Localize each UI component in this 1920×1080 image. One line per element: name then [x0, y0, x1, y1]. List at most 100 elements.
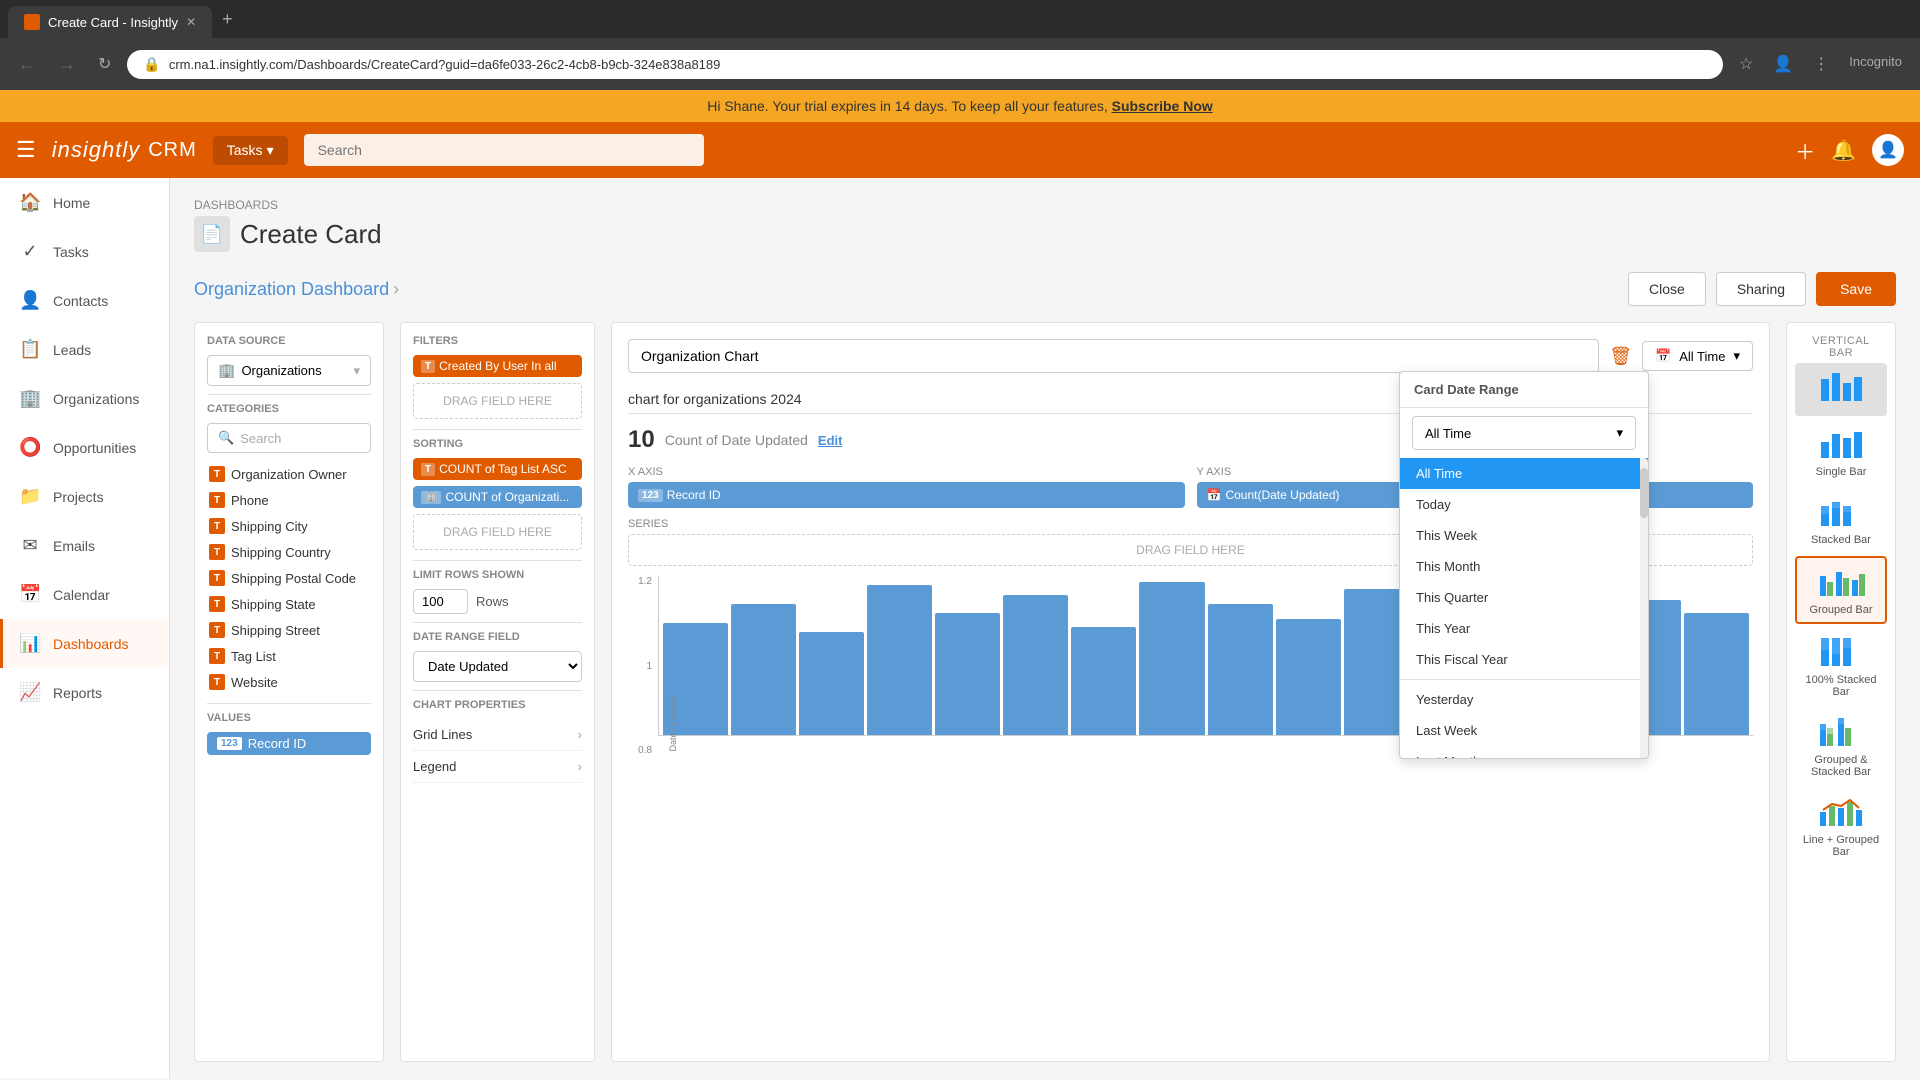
dropdown-item-last-month[interactable]: Last Month — [1400, 746, 1648, 758]
lock-icon: 🔒 — [143, 56, 160, 73]
sidebar-item-tasks[interactable]: ✓ Tasks — [0, 227, 169, 276]
x-axis-chip[interactable]: 123 Record ID — [628, 482, 1185, 508]
sort-org-icon: 🏢 — [421, 491, 441, 504]
bar-3 — [867, 585, 932, 735]
limit-input[interactable] — [413, 589, 468, 614]
chart-count-label: Count of Date Updated — [665, 432, 808, 448]
chart-type-100-stacked[interactable]: 100% Stacked Bar — [1795, 628, 1887, 704]
sidebar-item-projects[interactable]: 📁 Projects — [0, 472, 169, 521]
save-button[interactable]: Save — [1816, 272, 1896, 306]
dashboard-name-link[interactable]: Organization Dashboard — [194, 279, 389, 300]
cat-shipping-country[interactable]: T Shipping Country — [207, 539, 371, 565]
home-icon: 🏠 — [19, 192, 41, 213]
chart-type-grouped-stacked[interactable]: Grouped & Stacked Bar — [1795, 708, 1887, 784]
chart-type-stacked-bar[interactable]: Stacked Bar — [1795, 488, 1887, 552]
chart-delete-btn[interactable]: 🗑 — [1609, 346, 1632, 367]
close-button[interactable]: Close — [1628, 272, 1706, 306]
org-icon: 🏢 — [218, 362, 235, 379]
cat-phone[interactable]: T Phone — [207, 487, 371, 513]
cat-organization-owner[interactable]: T Organization Owner — [207, 461, 371, 487]
chart-type-line-grouped[interactable]: Line + Grouped Bar — [1795, 788, 1887, 864]
app-logo: insightly CRM — [52, 137, 197, 163]
text-type-icon: T — [209, 466, 225, 482]
back-button[interactable]: ← — [12, 50, 42, 79]
sharing-button[interactable]: Sharing — [1716, 272, 1806, 306]
time-filter-label: All Time — [1679, 349, 1725, 364]
sidebar-item-home[interactable]: 🏠 Home — [0, 178, 169, 227]
active-tab[interactable]: Create Card - Insightly ✕ — [8, 6, 212, 38]
cat-website[interactable]: T Website — [207, 669, 371, 695]
cat-shipping-postal[interactable]: T Shipping Postal Code — [207, 565, 371, 591]
sidebar-item-opportunities[interactable]: ⭕ Opportunities — [0, 423, 169, 472]
sidebar-item-reports[interactable]: 📈 Reports — [0, 668, 169, 717]
sidebar-label-opportunities: Opportunities — [53, 440, 136, 456]
chart-type-single-bar[interactable]: Single Bar — [1795, 420, 1887, 484]
menu-toggle-btn[interactable]: ☰ — [16, 137, 36, 163]
url-bar[interactable]: 🔒 crm.na1.insightly.com/Dashboards/Creat… — [127, 50, 1723, 79]
sidebar-label-tasks: Tasks — [53, 244, 89, 260]
dropdown-scrollbar-thumb[interactable] — [1640, 468, 1648, 518]
categories-search[interactable]: 🔍 Search — [207, 423, 371, 453]
chart-title-input[interactable] — [628, 339, 1599, 373]
y-axis-value: Count(Date Updated) — [1225, 488, 1339, 502]
text-type-icon: T — [209, 674, 225, 690]
subscribe-link[interactable]: Subscribe Now — [1112, 98, 1213, 114]
data-source-select[interactable]: 🏢 Organizations ▾ — [207, 355, 371, 386]
sidebar-label-home: Home — [53, 195, 90, 211]
text-type-icon: T — [209, 518, 225, 534]
dropdown-item-yesterday[interactable]: Yesterday — [1400, 684, 1648, 715]
sidebar-item-contacts[interactable]: 👤 Contacts — [0, 276, 169, 325]
sidebar-item-dashboards[interactable]: 📊 Dashboards — [0, 619, 169, 668]
cat-tag-list[interactable]: T Tag List — [207, 643, 371, 669]
bar-15 — [1684, 613, 1749, 735]
x-axis-number-icon: 123 — [638, 489, 663, 502]
dropdown-item-this-month[interactable]: This Month — [1400, 551, 1648, 582]
forward-button[interactable]: → — [52, 50, 82, 79]
sidebar-item-calendar[interactable]: 📅 Calendar — [0, 570, 169, 619]
bookmark-btn[interactable]: ☆ — [1733, 50, 1759, 78]
global-search-input[interactable] — [304, 134, 704, 166]
dropdown-item-this-week[interactable]: This Week — [1400, 520, 1648, 551]
dropdown-current-value[interactable]: All Time ▾ — [1412, 416, 1636, 450]
chart-type-grouped-bar[interactable]: Grouped Bar — [1795, 556, 1887, 624]
filter-chip[interactable]: T Created By User In all — [413, 355, 582, 377]
chart-properties-label: CHART PROPERTIES — [413, 699, 582, 711]
date-range-field-label: DATE RANGE FIELD — [413, 631, 582, 643]
dropdown-item-today[interactable]: Today — [1400, 489, 1648, 520]
sidebar-item-emails[interactable]: ✉ Emails — [0, 521, 169, 570]
tab-close-btn[interactable]: ✕ — [186, 15, 196, 29]
tasks-dropdown-btn[interactable]: Tasks ▾ — [213, 136, 288, 165]
dropdown-item-this-quarter[interactable]: This Quarter — [1400, 582, 1648, 613]
time-filter-dropdown[interactable]: 📅 All Time ▾ — [1642, 341, 1753, 371]
sidebar-item-leads[interactable]: 📋 Leads — [0, 325, 169, 374]
notifications-btn[interactable]: 🔔 — [1831, 138, 1856, 163]
dropdown-item-last-week[interactable]: Last Week — [1400, 715, 1648, 746]
cat-shipping-city[interactable]: T Shipping City — [207, 513, 371, 539]
dropdown-item-all-time[interactable]: All Time — [1400, 458, 1648, 489]
edit-link[interactable]: Edit — [818, 433, 843, 448]
sidebar-label-emails: Emails — [53, 538, 95, 554]
grouped-stacked-icon — [1816, 714, 1866, 750]
values-record-id-chip[interactable]: 123 Record ID — [207, 732, 371, 755]
cat-shipping-state[interactable]: T Shipping State — [207, 591, 371, 617]
refresh-button[interactable]: ↻ — [92, 50, 117, 78]
dropdown-item-this-year[interactable]: This Year — [1400, 613, 1648, 644]
sidebar-item-organizations[interactable]: 🏢 Organizations — [0, 374, 169, 423]
add-btn[interactable]: ＋ — [1795, 136, 1815, 165]
chart-type-bar-icon[interactable] — [1795, 363, 1887, 416]
profile-btn[interactable]: 👤 — [1767, 50, 1799, 78]
settings-btn[interactable]: ⋮ — [1807, 50, 1835, 78]
user-avatar[interactable]: 👤 — [1872, 134, 1904, 166]
new-tab-btn[interactable]: + — [212, 5, 243, 34]
sort-chip-2[interactable]: 🏢 COUNT of Organizati... — [413, 486, 582, 508]
cat-shipping-street[interactable]: T Shipping Street — [207, 617, 371, 643]
dropdown-item-this-fiscal-year[interactable]: This Fiscal Year — [1400, 644, 1648, 675]
tab-favicon — [24, 14, 40, 30]
legend-row[interactable]: Legend › — [413, 751, 582, 783]
sort-chip-1[interactable]: T COUNT of Tag List ASC — [413, 458, 582, 480]
tab-title: Create Card - Insightly — [48, 15, 178, 30]
organizations-icon: 🏢 — [19, 388, 41, 409]
grid-lines-row[interactable]: Grid Lines › — [413, 719, 582, 751]
date-range-select[interactable]: Date Updated — [413, 651, 582, 682]
vertical-bar-label: VERTICAL BAR — [1795, 331, 1887, 363]
